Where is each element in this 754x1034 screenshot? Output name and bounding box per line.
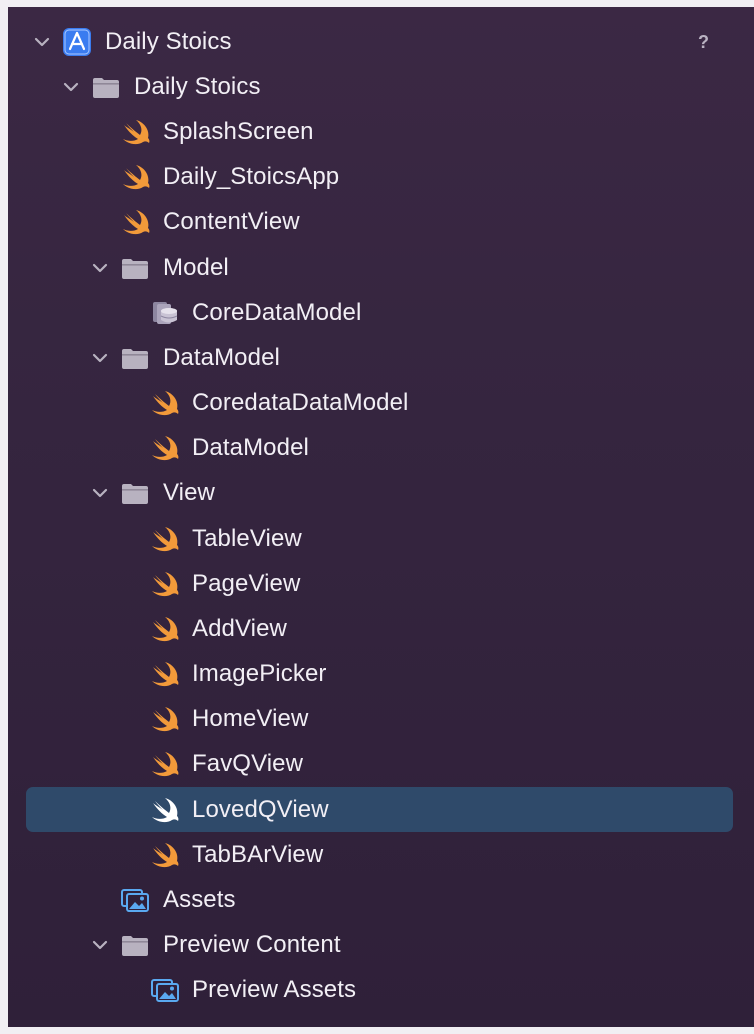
tree-label: TableView bbox=[192, 524, 302, 552]
chevron-down-icon[interactable] bbox=[61, 77, 81, 97]
tree-row-file[interactable]: CoreDataModel bbox=[8, 290, 754, 335]
swift-file-icon bbox=[150, 388, 180, 418]
tree-row-file[interactable]: PageView bbox=[8, 561, 754, 606]
swift-file-icon bbox=[150, 433, 180, 463]
tree-label: TabBArView bbox=[192, 840, 324, 868]
tree-label: Model bbox=[163, 253, 229, 281]
tree-label: Preview Assets bbox=[192, 975, 357, 1003]
swift-file-icon bbox=[121, 117, 151, 147]
tree-row-folder-model[interactable]: Model bbox=[8, 245, 754, 290]
chevron-down-icon[interactable] bbox=[32, 32, 52, 52]
tree-row-file[interactable]: Daily_StoicsApp bbox=[8, 154, 754, 199]
tree-label: HomeView bbox=[192, 704, 309, 732]
xcode-project-icon bbox=[62, 27, 92, 57]
folder-icon bbox=[120, 478, 150, 508]
tree-row-file[interactable]: HomeView bbox=[8, 696, 754, 741]
tree-label: Daily Stoics bbox=[105, 27, 232, 55]
tree-label: Assets bbox=[163, 885, 236, 913]
tree-row-file[interactable]: CoredataDataModel bbox=[8, 380, 754, 425]
tree-label: CoreDataModel bbox=[192, 298, 362, 326]
chevron-down-icon[interactable] bbox=[90, 935, 110, 955]
folder-icon bbox=[120, 930, 150, 960]
tree-row-folder-datamodel[interactable]: DataModel bbox=[8, 335, 754, 380]
folder-icon bbox=[120, 343, 150, 373]
swift-file-icon bbox=[121, 162, 151, 192]
tree-label: LovedQView bbox=[192, 795, 329, 823]
swift-file-icon bbox=[150, 569, 180, 599]
tree-label: DataModel bbox=[192, 433, 309, 461]
tree-row-file[interactable]: TabBArView bbox=[8, 832, 754, 877]
tree-label: DataModel bbox=[163, 343, 280, 371]
tree-label: View bbox=[163, 478, 215, 506]
swift-file-icon bbox=[150, 795, 180, 825]
tree-row-file[interactable]: DataModel bbox=[8, 425, 754, 470]
swift-file-icon bbox=[150, 524, 180, 554]
tree-row-folder-daily-stoics[interactable]: Daily Stoics bbox=[8, 64, 754, 109]
coredata-model-icon bbox=[150, 298, 180, 328]
tree-label: Daily Stoics bbox=[134, 72, 261, 100]
swift-file-icon bbox=[150, 749, 180, 779]
tree-row-file[interactable]: SplashScreen bbox=[8, 109, 754, 154]
swift-file-icon bbox=[150, 840, 180, 870]
folder-icon bbox=[91, 72, 121, 102]
tree-label: SplashScreen bbox=[163, 117, 314, 145]
chevron-down-icon[interactable] bbox=[90, 483, 110, 503]
swift-file-icon bbox=[121, 207, 151, 237]
tree-label: PageView bbox=[192, 569, 301, 597]
project-navigator: ? Daily Stoics Daily Stoics SplashScreen… bbox=[8, 7, 754, 1027]
tree-row-file[interactable]: AddView bbox=[8, 606, 754, 651]
tree-label: Daily_StoicsApp bbox=[163, 162, 340, 190]
tree-row-folder-view[interactable]: View bbox=[8, 470, 754, 515]
swift-file-icon bbox=[150, 614, 180, 644]
tree-label: FavQView bbox=[192, 749, 304, 777]
tree-row-preview-assets[interactable]: Preview Assets bbox=[8, 967, 754, 1012]
chevron-down-icon[interactable] bbox=[90, 348, 110, 368]
tree-row-file[interactable]: FavQView bbox=[8, 741, 754, 786]
asset-catalog-icon bbox=[150, 975, 180, 1005]
tree-label: AddView bbox=[192, 614, 287, 642]
tree-row-file-selected[interactable]: LovedQView bbox=[8, 787, 754, 832]
tree-label: CoredataDataModel bbox=[192, 388, 409, 416]
tree-label: Preview Content bbox=[163, 930, 341, 958]
tree-row-file[interactable]: ContentView bbox=[8, 199, 754, 244]
chevron-down-icon[interactable] bbox=[90, 258, 110, 278]
tree-label: ContentView bbox=[163, 207, 300, 235]
folder-icon bbox=[120, 253, 150, 283]
tree-row-file[interactable]: TableView bbox=[8, 516, 754, 561]
tree-row-file[interactable]: ImagePicker bbox=[8, 651, 754, 696]
asset-catalog-icon bbox=[120, 885, 150, 915]
tree-row-folder-preview-content[interactable]: Preview Content bbox=[8, 922, 754, 967]
swift-file-icon bbox=[150, 704, 180, 734]
tree-row-project[interactable]: Daily Stoics bbox=[8, 19, 754, 64]
tree-label: ImagePicker bbox=[192, 659, 327, 687]
swift-file-icon bbox=[150, 659, 180, 689]
tree-row-assets[interactable]: Assets bbox=[8, 877, 754, 922]
